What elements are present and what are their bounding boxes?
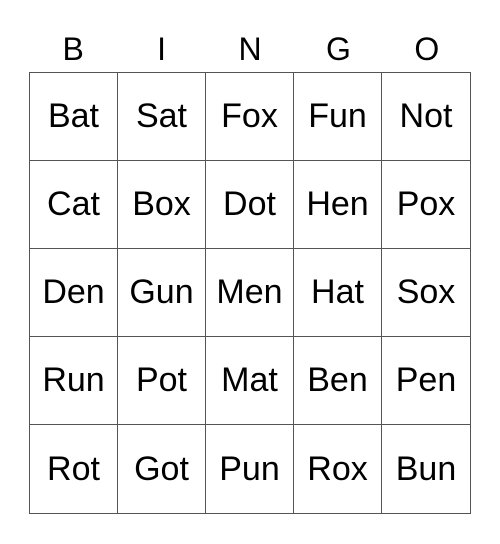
header-letter: N (238, 31, 262, 67)
bingo-cell[interactable]: Not (382, 73, 470, 161)
bingo-cell[interactable]: Fun (294, 73, 382, 161)
bingo-cell[interactable]: Dot (206, 161, 294, 249)
bingo-cell[interactable]: Got (118, 425, 206, 513)
bingo-cell[interactable]: Rot (30, 425, 118, 513)
header-letter: B (62, 31, 84, 67)
bingo-cell[interactable]: Pun (206, 425, 294, 513)
bingo-cell[interactable]: Sat (118, 73, 206, 161)
bingo-cell[interactable]: Pot (118, 337, 206, 425)
bingo-cell[interactable]: Bat (30, 73, 118, 161)
bingo-cell[interactable]: Pox (382, 161, 470, 249)
bingo-cell[interactable]: Gun (118, 249, 206, 337)
header-letter: I (157, 31, 167, 67)
bingo-cell[interactable]: Hen (294, 161, 382, 249)
bingo-cell[interactable]: Cat (30, 161, 118, 249)
header-letter: G (325, 31, 351, 67)
bingo-cell[interactable]: Run (30, 337, 118, 425)
bingo-grid: Bat Sat Fox Fun Not Cat Box Dot Hen Pox … (29, 72, 471, 514)
bingo-cell[interactable]: Men (206, 249, 294, 337)
bingo-cell[interactable]: Den (30, 249, 118, 337)
bingo-header: B I N G O (29, 26, 471, 72)
bingo-cell[interactable]: Fox (206, 73, 294, 161)
bingo-cell[interactable]: Ben (294, 337, 382, 425)
bingo-cell[interactable]: Bun (382, 425, 470, 513)
bingo-cell[interactable]: Mat (206, 337, 294, 425)
header-letter: O (414, 31, 440, 67)
bingo-cell[interactable]: Sox (382, 249, 470, 337)
bingo-cell[interactable]: Hat (294, 249, 382, 337)
bingo-cell[interactable]: Pen (382, 337, 470, 425)
bingo-cell[interactable]: Box (118, 161, 206, 249)
bingo-cell[interactable]: Rox (294, 425, 382, 513)
